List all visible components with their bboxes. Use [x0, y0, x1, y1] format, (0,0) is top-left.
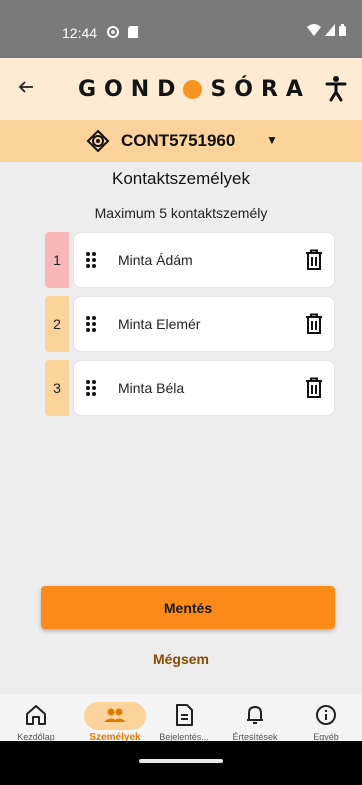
nav-item-notifications[interactable]: Értesítések: [219, 694, 291, 742]
delete-icon[interactable]: [305, 249, 323, 271]
contract-number: CONT5751960: [121, 131, 236, 150]
page-subtitle: Maximum 5 kontaktszemély: [94, 205, 268, 221]
nav-item-people[interactable]: Személyek: [79, 694, 151, 743]
contact-row: 1 Minta Ádám: [45, 232, 335, 288]
app-header: GOND SÓRA: [0, 58, 362, 120]
status-icons-right: [307, 24, 346, 36]
document-icon: [176, 704, 193, 726]
contract-target-icon: [86, 129, 110, 153]
home-gesture-handle[interactable]: [139, 759, 223, 763]
contact-order-badge: 1: [45, 232, 69, 288]
info-icon: [316, 705, 336, 725]
drag-handle-icon[interactable]: [85, 379, 97, 397]
home-icon: [26, 705, 46, 725]
bottom-nav: Kezdőlap Személyek Bejelentés... Értesít…: [0, 694, 362, 743]
status-icons-left: [106, 25, 138, 39]
contact-name: Minta Béla: [118, 380, 185, 396]
contract-selector[interactable]: CONT5751960 ▼: [0, 120, 362, 162]
delete-icon[interactable]: [305, 313, 323, 335]
settings-status-icon: [107, 26, 119, 38]
people-icon: [104, 708, 126, 722]
drag-handle-icon[interactable]: [85, 251, 97, 269]
contact-order-badge: 2: [45, 296, 69, 352]
contact-row: 2 Minta Elemér: [45, 296, 335, 352]
delete-icon[interactable]: [305, 377, 323, 399]
nav-item-other[interactable]: Egyéb: [290, 694, 362, 742]
status-time: 12:44: [62, 25, 98, 41]
battery-icon: [339, 24, 346, 36]
logo-text-left: GOND: [78, 76, 184, 102]
logo-text-right: SÓRA: [210, 76, 311, 102]
back-arrow-icon: [18, 81, 33, 93]
contact-card[interactable]: Minta Elemér: [73, 296, 335, 352]
chevron-down-icon: ▼: [266, 133, 278, 147]
bell-icon: [247, 706, 263, 724]
system-gesture-bar: [0, 741, 362, 785]
contact-name: Minta Ádám: [118, 252, 193, 268]
drag-handle-icon[interactable]: [85, 315, 97, 333]
nav-item-reports[interactable]: Bejelentés...: [148, 694, 220, 742]
accessibility-icon: [325, 76, 347, 102]
status-bar: 12:44: [0, 0, 362, 58]
logo-dot: [183, 79, 203, 99]
app-logo: GOND SÓRA: [78, 74, 311, 104]
accessibility-button[interactable]: [324, 74, 348, 102]
page-title: Kontaktszemélyek: [112, 169, 250, 188]
sd-card-icon: [128, 26, 138, 38]
contact-order-badge: 3: [45, 360, 69, 416]
cancel-button[interactable]: Mégsem: [0, 651, 362, 667]
contact-card[interactable]: Minta Béla: [73, 360, 335, 416]
wifi-icon: [307, 24, 321, 36]
contact-card[interactable]: Minta Ádám: [73, 232, 335, 288]
nav-item-home[interactable]: Kezdőlap: [0, 694, 72, 742]
save-button[interactable]: Mentés: [41, 586, 335, 629]
signal-icon: [325, 24, 335, 36]
contact-name: Minta Elemér: [118, 316, 201, 332]
contact-row: 3 Minta Béla: [45, 360, 335, 416]
back-button[interactable]: [18, 76, 34, 100]
